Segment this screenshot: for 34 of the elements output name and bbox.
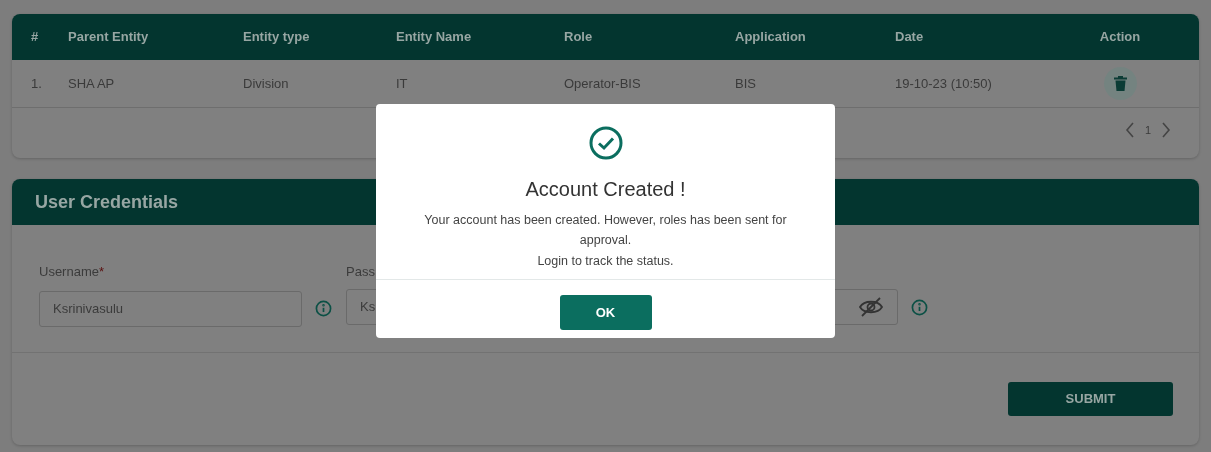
- chevron-right-icon[interactable]: [1161, 122, 1171, 139]
- column-header: Entity Name: [396, 28, 473, 47]
- column-header: #: [31, 28, 40, 47]
- required-mark: *: [98, 263, 105, 281]
- column-header: Date: [895, 28, 925, 47]
- submit-button[interactable]: SUBMIT: [1008, 382, 1173, 416]
- dialog-title: Account Created !: [525, 177, 686, 202]
- input-field[interactable]: Ksrinivasulu: [39, 290, 302, 327]
- table-cell-text: 19-10-23 (10:50): [895, 74, 993, 93]
- check-circle-icon: [588, 126, 623, 160]
- dialog-message: Your account has been created. However, roles has been sent for approval.: [423, 212, 788, 249]
- table-cell-text: SHA AP: [68, 74, 116, 93]
- dialog-note: Login to track the status.: [537, 253, 674, 270]
- eye-slash-icon[interactable]: [858, 296, 884, 318]
- table-cell-text: Operator-BIS: [564, 74, 642, 93]
- section-title: User Credentials: [35, 190, 179, 214]
- field-label: Username: [39, 263, 99, 280]
- column-header: Application: [735, 28, 807, 47]
- ok-button[interactable]: OK: [559, 295, 652, 330]
- chevron-left-icon[interactable]: [1124, 122, 1135, 139]
- trash-icon: [1113, 76, 1127, 91]
- column-header: Role: [564, 28, 594, 47]
- page-number[interactable]: 1: [1144, 122, 1151, 139]
- info-icon[interactable]: [315, 300, 332, 317]
- table-cell-text: IT: [396, 74, 409, 93]
- column-header: Parent Entity: [68, 28, 150, 47]
- field-label: Pass: [346, 263, 375, 280]
- table-cell-text: BIS: [735, 74, 757, 93]
- table-cell-text: Division: [243, 74, 290, 93]
- column-header: Entity type: [243, 28, 311, 47]
- column-header: Action: [1099, 28, 1141, 47]
- delete-button[interactable]: [1103, 67, 1137, 100]
- table-cell-text: 1.: [31, 74, 43, 93]
- info-icon[interactable]: [911, 298, 928, 316]
